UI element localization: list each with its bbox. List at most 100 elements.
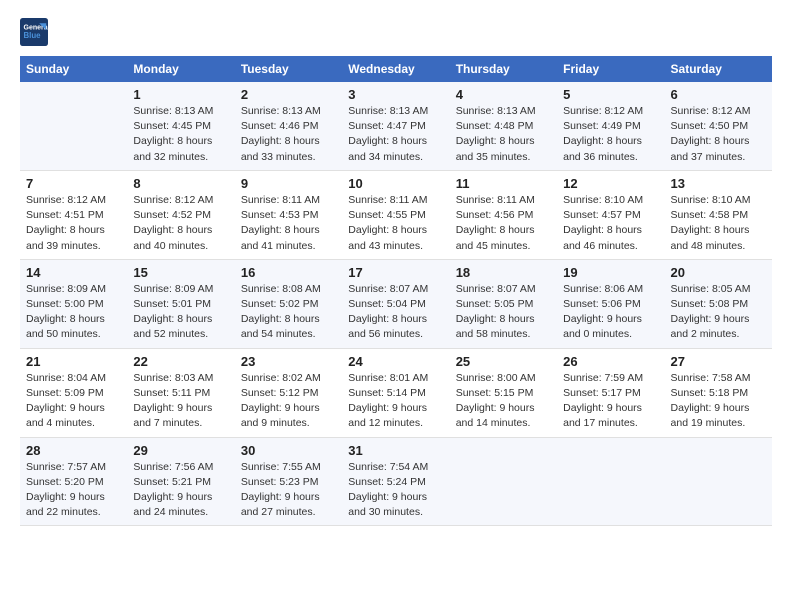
day-number: 2 xyxy=(241,87,336,102)
sunset-label: Sunset: 4:52 PM xyxy=(133,209,211,221)
day-number: 10 xyxy=(348,176,443,191)
sunrise-label: Sunrise: 8:08 AM xyxy=(241,283,321,295)
calendar-cell: 17Sunrise: 8:07 AMSunset: 5:04 PMDayligh… xyxy=(342,259,449,348)
sunrise-label: Sunrise: 8:07 AM xyxy=(456,283,536,295)
daylight-label: Daylight: 9 hours and 12 minutes. xyxy=(348,402,427,429)
sunrise-label: Sunrise: 8:03 AM xyxy=(133,372,213,384)
daylight-label: Daylight: 9 hours and 17 minutes. xyxy=(563,402,642,429)
sunrise-label: Sunrise: 7:55 AM xyxy=(241,461,321,473)
calendar-cell: 9 Sunrise: 8:11 AMSunset: 4:53 PMDaylight… xyxy=(235,170,342,259)
sunrise-label: Sunrise: 7:56 AM xyxy=(133,461,213,473)
week-row-1: 1Sunrise: 8:13 AMSunset: 4:45 PMDaylight… xyxy=(20,82,772,170)
calendar-cell: 30Sunrise: 7:55 AMSunset: 5:23 PMDayligh… xyxy=(235,437,342,526)
day-number: 14 xyxy=(26,265,121,280)
day-number: 7 xyxy=(26,176,121,191)
sunset-label: Sunset: 5:06 PM xyxy=(563,298,641,310)
col-header-wednesday: Wednesday xyxy=(342,56,449,82)
day-number: 3 xyxy=(348,87,443,102)
calendar-cell: 27Sunrise: 7:58 AMSunset: 5:18 PMDayligh… xyxy=(665,348,772,437)
cell-content: Sunrise: 7:57 AMSunset: 5:20 PMDaylight:… xyxy=(26,460,121,521)
header: General Blue xyxy=(20,18,772,46)
daylight-label: Daylight: 9 hours and 19 minutes. xyxy=(671,402,750,429)
calendar-cell: 12Sunrise: 8:10 AMSunset: 4:57 PMDayligh… xyxy=(557,170,664,259)
day-number: 15 xyxy=(133,265,228,280)
day-number: 5 xyxy=(563,87,658,102)
day-number: 31 xyxy=(348,443,443,458)
sunset-label: Sunset: 4:49 PM xyxy=(563,120,641,132)
daylight-label: Daylight: 8 hours and 50 minutes. xyxy=(26,313,105,340)
sunset-label: Sunset: 4:55 PM xyxy=(348,209,426,221)
daylight-label: Daylight: 9 hours and 7 minutes. xyxy=(133,402,212,429)
calendar-cell: 24Sunrise: 8:01 AMSunset: 5:14 PMDayligh… xyxy=(342,348,449,437)
sunrise-label: Sunrise: 8:11 AM xyxy=(348,194,427,206)
day-number: 16 xyxy=(241,265,336,280)
sunset-label: Sunset: 5:02 PM xyxy=(241,298,319,310)
cell-content: Sunrise: 8:04 AMSunset: 5:09 PMDaylight:… xyxy=(26,371,121,432)
day-number: 25 xyxy=(456,354,551,369)
sunset-label: Sunset: 4:48 PM xyxy=(456,120,534,132)
calendar-cell: 25 Sunrise: 8:00 AMSunset: 5:15 PMDayligh… xyxy=(450,348,557,437)
cell-content: Sunrise: 8:06 AMSunset: 5:06 PMDaylight:… xyxy=(563,282,658,343)
sunrise-label: Sunrise: 7:59 AM xyxy=(563,372,643,384)
sunrise-label: Sunrise: 8:11 AM xyxy=(456,194,535,206)
cell-content: Sunrise: 8:02 AMSunset: 5:12 PMDaylight:… xyxy=(241,371,336,432)
sunrise-label: Sunrise: 8:12 AM xyxy=(563,105,643,117)
day-number: 26 xyxy=(563,354,658,369)
sunset-label: Sunset: 4:51 PM xyxy=(26,209,104,221)
calendar-cell: 5Sunrise: 8:12 AMSunset: 4:49 PMDaylight… xyxy=(557,82,664,170)
calendar-cell: 19 Sunrise: 8:06 AMSunset: 5:06 PMDayligh… xyxy=(557,259,664,348)
day-number: 8 xyxy=(133,176,228,191)
sunrise-label: Sunrise: 8:09 AM xyxy=(133,283,213,295)
day-number: 1 xyxy=(133,87,228,102)
cell-content: Sunrise: 8:07 AM Sunset: 5:05 PM Daylight:… xyxy=(456,282,551,343)
day-number: 20 xyxy=(671,265,766,280)
daylight-label: Daylight: 8 hours and 48 minutes. xyxy=(671,224,750,251)
calendar-cell: 2Sunrise: 8:13 AMSunset: 4:46 PMDaylight… xyxy=(235,82,342,170)
calendar-cell: 15Sunrise: 8:09 AMSunset: 5:01 PMDayligh… xyxy=(127,259,234,348)
sunrise-label: Sunrise: 8:07 AM xyxy=(348,283,428,295)
calendar-cell: 7Sunrise: 8:12 AMSunset: 4:51 PMDaylight… xyxy=(20,170,127,259)
day-number: 11 xyxy=(456,176,551,191)
cell-content: Sunrise: 8:13 AMSunset: 4:47 PMDaylight:… xyxy=(348,104,443,165)
day-number: 4 xyxy=(456,87,551,102)
daylight-label: Daylight: 9 hours and 9 minutes. xyxy=(241,402,320,429)
sunrise-label: Sunrise: 8:12 AM xyxy=(26,194,106,206)
week-row-3: 14 Sunrise: 8:09 AM Sunset: 5:00 PM Dayligh… xyxy=(20,259,772,348)
sunrise-label: Sunrise: 8:11 AM xyxy=(241,194,320,206)
calendar-cell: 1Sunrise: 8:13 AMSunset: 4:45 PMDaylight… xyxy=(127,82,234,170)
cell-content: Sunrise: 8:11 AMSunset: 4:56 PMDaylight:… xyxy=(456,193,551,254)
sunset-label: Sunset: 4:50 PM xyxy=(671,120,749,132)
cell-content: Sunrise: 8:11 AMSunset: 4:53 PMDaylight:… xyxy=(241,193,336,254)
calendar-cell: 21Sunrise: 8:04 AMSunset: 5:09 PMDayligh… xyxy=(20,348,127,437)
sunset-label: Sunset: 5:08 PM xyxy=(671,298,749,310)
col-header-tuesday: Tuesday xyxy=(235,56,342,82)
daylight-label: Daylight: 9 hours and 4 minutes. xyxy=(26,402,105,429)
sunset-label: Sunset: 5:05 PM xyxy=(456,298,534,310)
calendar-cell xyxy=(665,437,772,526)
sunset-label: Sunset: 5:20 PM xyxy=(26,476,104,488)
cell-content: Sunrise: 8:00 AMSunset: 5:15 PMDaylight:… xyxy=(456,371,551,432)
sunset-label: Sunset: 4:46 PM xyxy=(241,120,319,132)
col-header-friday: Friday xyxy=(557,56,664,82)
cell-content: Sunrise: 8:08 AMSunset: 5:02 PMDaylight:… xyxy=(241,282,336,343)
day-number: 19 xyxy=(563,265,658,280)
calendar-cell xyxy=(450,437,557,526)
cell-content: Sunrise: 7:54 AMSunset: 5:24 PMDaylight:… xyxy=(348,460,443,521)
sunset-label: Sunset: 5:11 PM xyxy=(133,387,210,399)
daylight-label: Daylight: 9 hours and 27 minutes. xyxy=(241,491,320,518)
daylight-label: Daylight: 8 hours and 58 minutes. xyxy=(456,313,535,340)
sunset-label: Sunset: 5:24 PM xyxy=(348,476,426,488)
sunset-label: Sunset: 5:00 PM xyxy=(26,298,104,310)
day-number: 9 xyxy=(241,176,336,191)
calendar-cell: 4Sunrise: 8:13 AMSunset: 4:48 PMDaylight… xyxy=(450,82,557,170)
col-header-saturday: Saturday xyxy=(665,56,772,82)
calendar-cell: 22Sunrise: 8:03 AMSunset: 5:11 PMDayligh… xyxy=(127,348,234,437)
cell-content: Sunrise: 8:12 AMSunset: 4:52 PMDaylight:… xyxy=(133,193,228,254)
daylight-label: Daylight: 8 hours and 56 minutes. xyxy=(348,313,427,340)
sunset-label: Sunset: 5:04 PM xyxy=(348,298,426,310)
daylight-label: Daylight: 8 hours and 37 minutes. xyxy=(671,135,750,162)
sunrise-label: Sunrise: 8:10 AM xyxy=(671,194,751,206)
calendar-cell: 14Sunrise: 8:09 AMSunset: 5:00 PMDayligh… xyxy=(20,259,127,348)
week-row-5: 28Sunrise: 7:57 AMSunset: 5:20 PMDayligh… xyxy=(20,437,772,526)
svg-text:Blue: Blue xyxy=(24,31,42,40)
